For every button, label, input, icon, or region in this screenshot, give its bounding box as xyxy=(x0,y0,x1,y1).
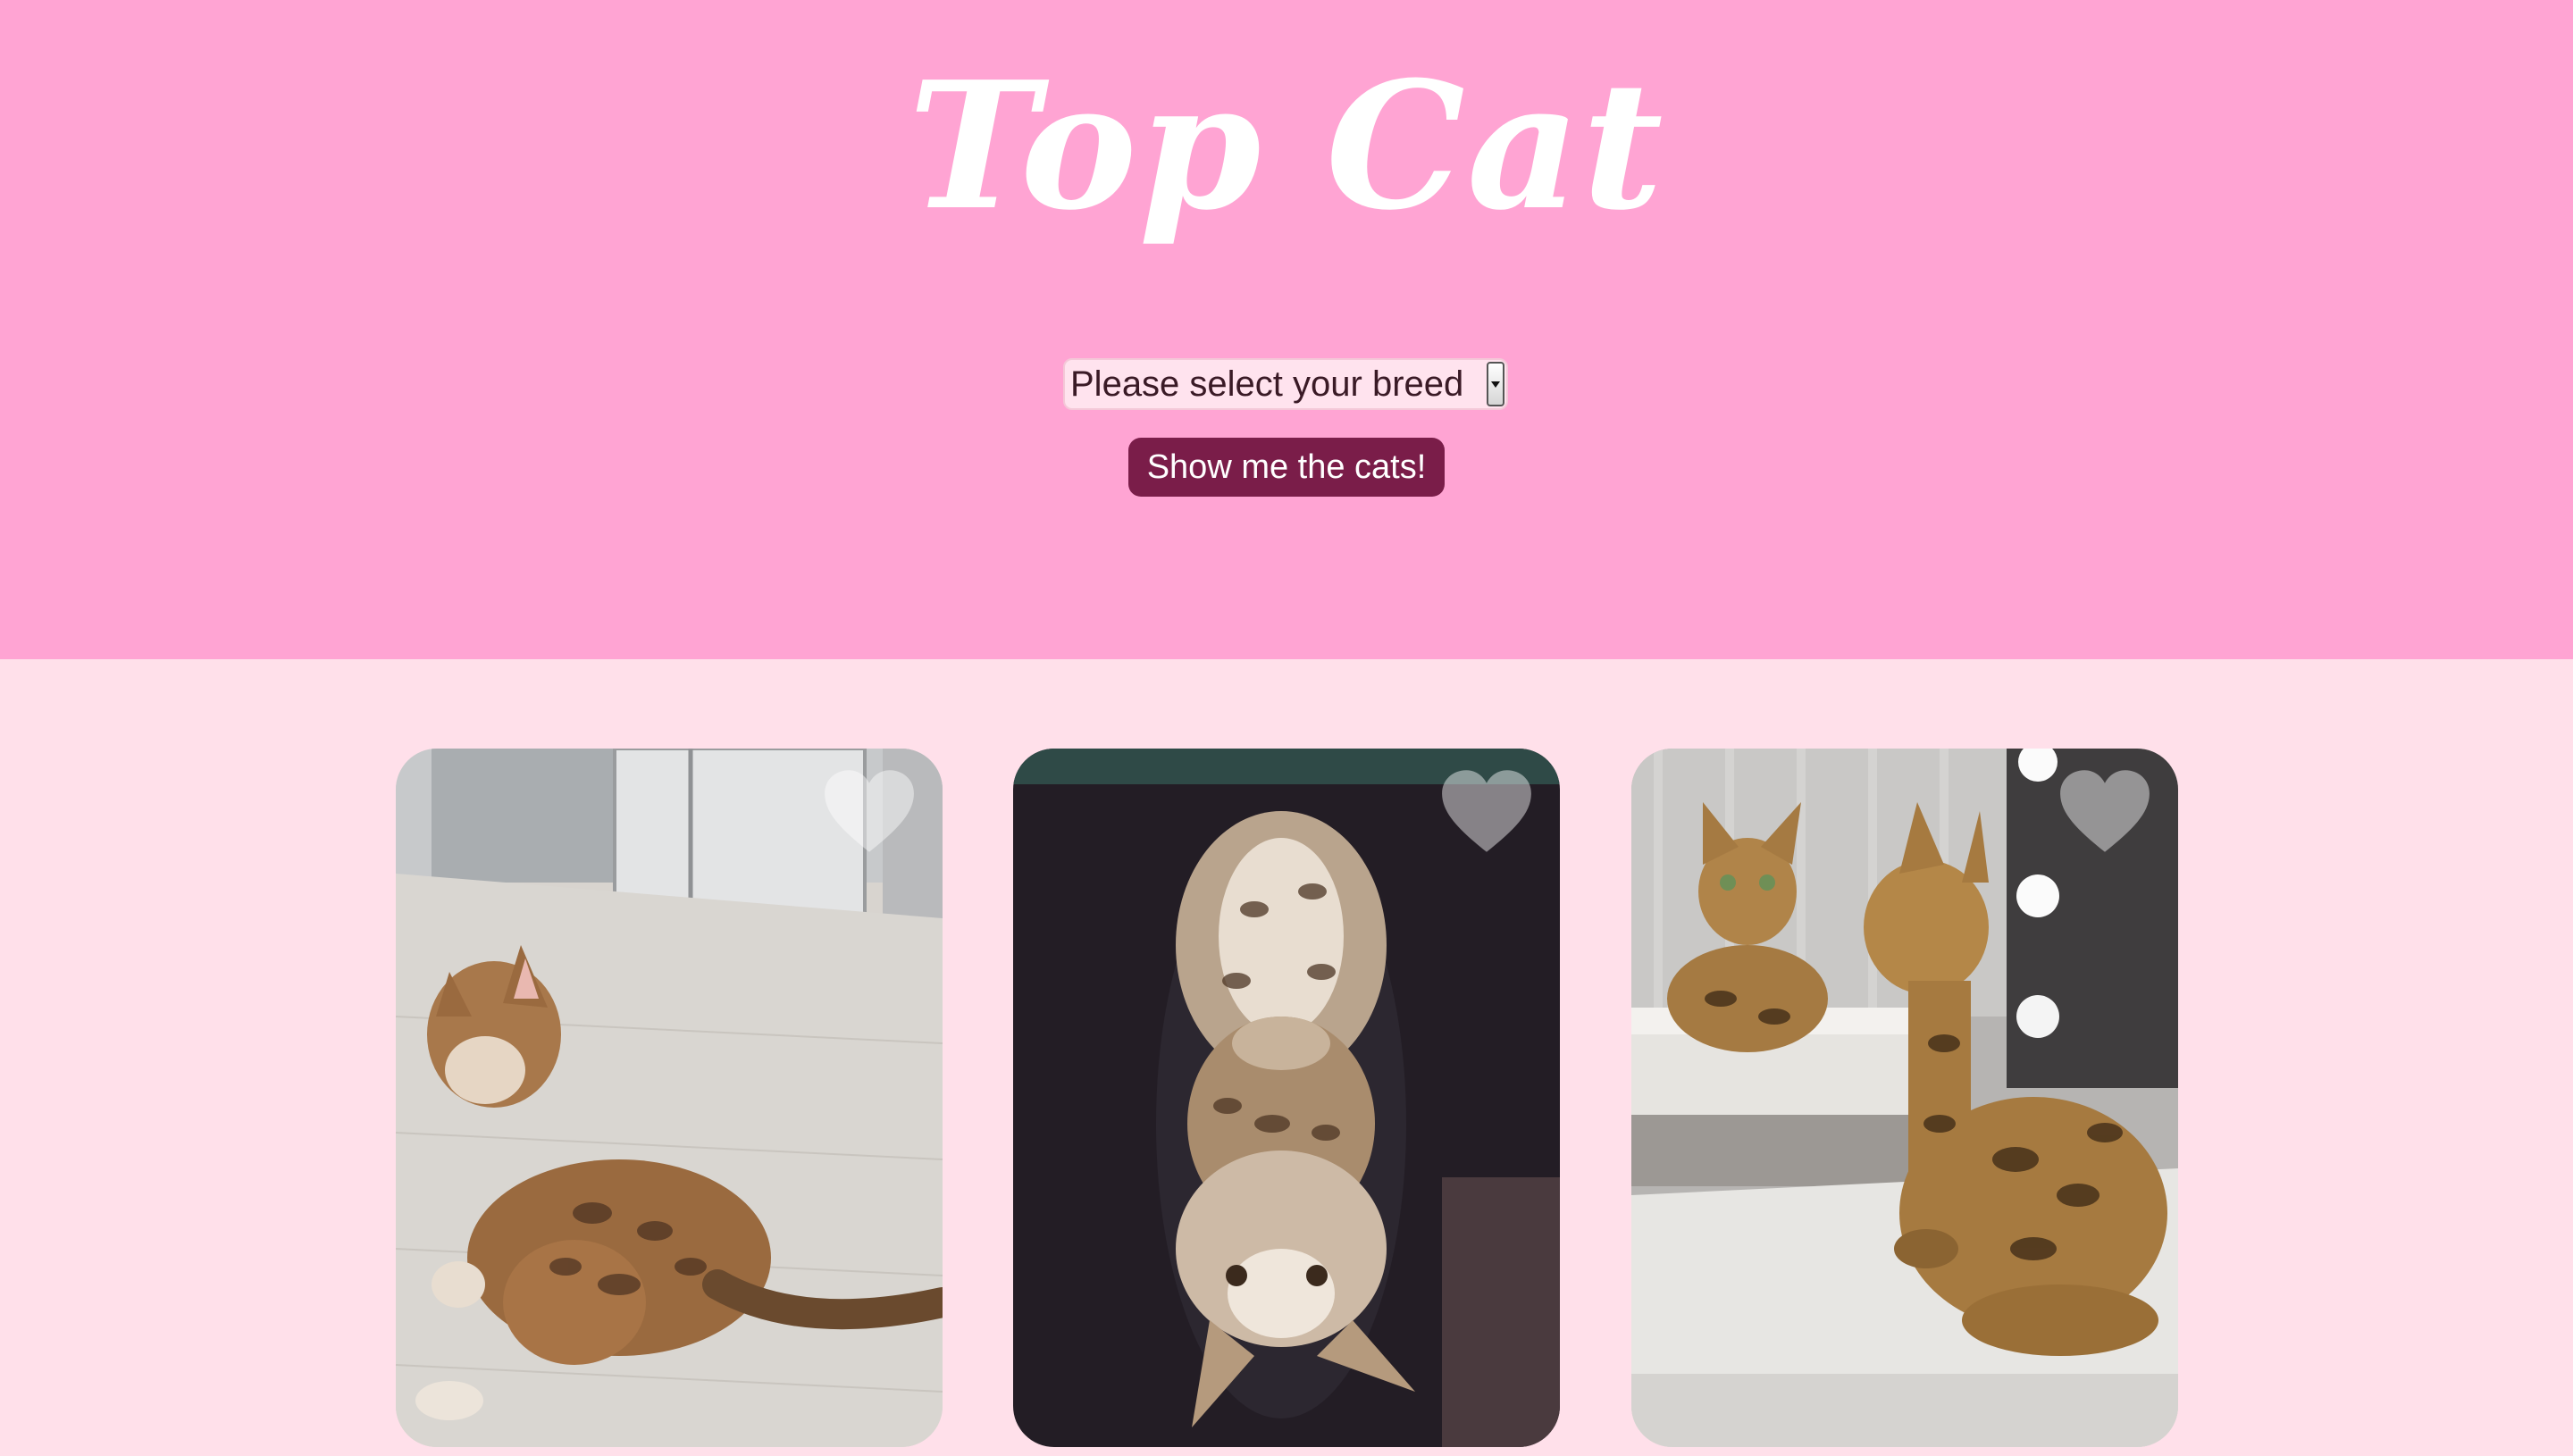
heart-icon[interactable] xyxy=(1440,768,1533,854)
heart-icon[interactable] xyxy=(823,768,916,854)
breed-select-value: Please select your breed xyxy=(1070,364,1464,404)
cat-card[interactable] xyxy=(396,749,943,1447)
cat-card[interactable] xyxy=(1631,749,2178,1447)
show-cats-button[interactable]: Show me the cats! xyxy=(1128,438,1445,497)
page-title: Top Cat xyxy=(908,44,1665,249)
dropdown-arrow-icon[interactable] xyxy=(1487,362,1504,406)
cat-card[interactable] xyxy=(1013,749,1560,1447)
breed-select[interactable]: Please select your breed xyxy=(1063,358,1508,410)
header-banner: Top Cat Please select your breed Show me… xyxy=(0,0,2573,659)
heart-icon[interactable] xyxy=(2058,768,2151,854)
